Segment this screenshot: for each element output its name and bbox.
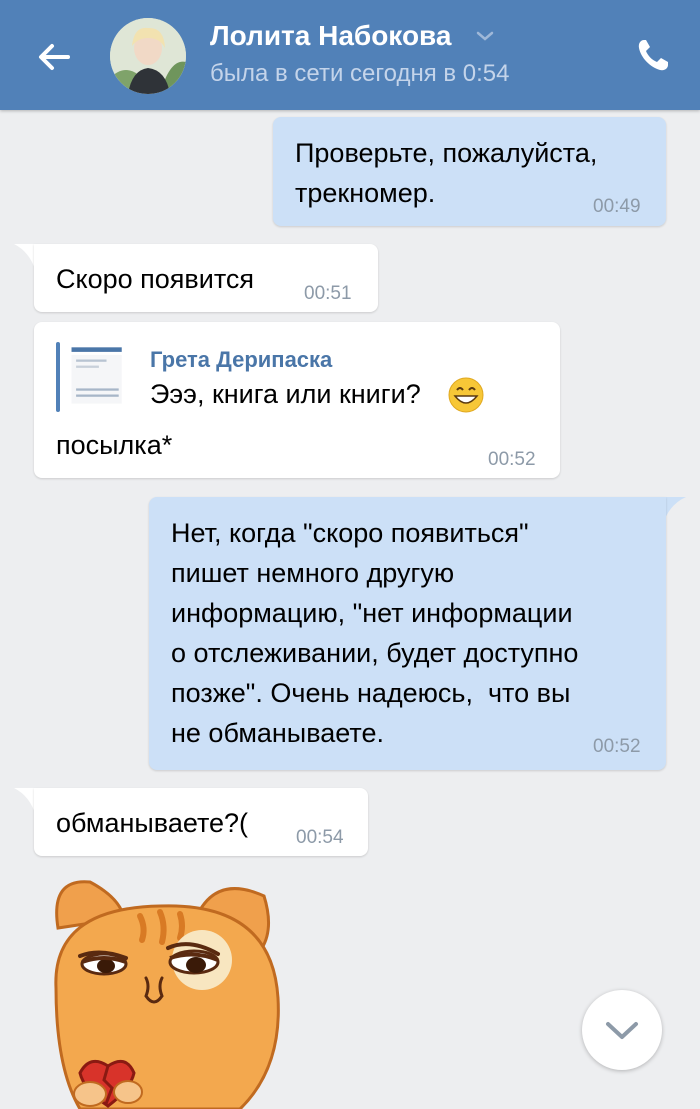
contact-avatar[interactable] [110, 18, 186, 94]
phone-icon[interactable] [630, 34, 678, 78]
message-text: обманываете?( [56, 808, 249, 838]
message-time: 00:52 [488, 449, 536, 470]
message-line: Проверьте, пожалуйста, [295, 138, 598, 168]
forward-indicator-bar [56, 342, 60, 412]
message-line: о отслеживании, будет доступно [171, 638, 579, 668]
contact-name[interactable]: Лолита Набокова [210, 20, 451, 52]
sad-cat-sticker[interactable] [50, 868, 290, 1109]
message-line: пишет немного другую [171, 558, 455, 588]
contact-status: была в сети сегодня в 0:54 [210, 60, 510, 87]
chevron-down-icon[interactable] [474, 26, 496, 46]
forwarded-preview-thumbnail[interactable] [70, 338, 140, 416]
chevron-down-icon [606, 1022, 638, 1039]
message-bubble-outgoing[interactable]: Проверьте, пожалуйста, трекномер. 00:49 [273, 117, 666, 226]
message-text: посылка* [56, 430, 173, 460]
message-time: 00:52 [593, 736, 641, 757]
message-bubble-incoming[interactable]: обманываете?( 00:54 [34, 788, 368, 856]
grinning-face-emoji [448, 377, 484, 413]
chat-header: Лолита Набокова была в сети сегодня в 0:… [0, 0, 700, 110]
back-arrow-icon[interactable] [30, 33, 78, 81]
forwarded-text: Эээ, книга или книги? [150, 379, 421, 409]
message-line: Нет, когда "скоро появиться" [171, 518, 529, 548]
message-time: 00:51 [304, 283, 352, 304]
scroll-down-button[interactable] [582, 990, 662, 1070]
message-time: 00:54 [296, 827, 344, 848]
message-time: 00:49 [593, 196, 641, 217]
message-bubble-incoming[interactable]: Скоро появится 00:51 [34, 244, 378, 312]
message-bubble-forwarded[interactable]: Грета Дерипаска Эээ, книга или книги? по… [34, 322, 560, 478]
message-text: Скоро появится [56, 264, 255, 294]
message-line: не обманываете. [171, 718, 384, 748]
message-line: позже". Очень надеюсь, что вы [171, 678, 571, 708]
message-text: Нет, когда "скоро появиться" пишет немно… [171, 513, 661, 753]
avatar-image [110, 18, 186, 94]
message-bubble-outgoing[interactable]: Нет, когда "скоро появиться" пишет немно… [149, 497, 666, 770]
message-line: информацию, "нет информации [171, 598, 573, 628]
